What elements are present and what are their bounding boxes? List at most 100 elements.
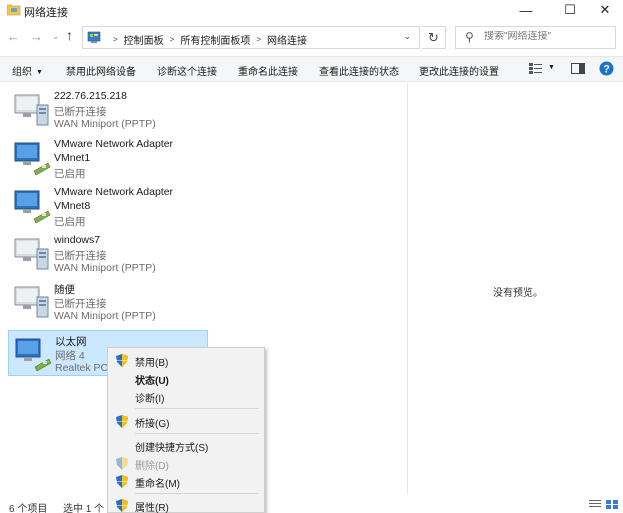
breadcrumb: > 控制面板 > 所有控制面板项 > 网络连接 bbox=[107, 32, 307, 47]
menu-item-label: 禁用(B) bbox=[135, 358, 169, 369]
menu-item-label: 桥接(G) bbox=[135, 419, 170, 430]
lan-connection-icon bbox=[15, 338, 52, 372]
chevron-right-icon[interactable]: > bbox=[256, 35, 261, 44]
forward-arrow-icon[interactable]: → bbox=[30, 29, 43, 44]
menu-item-create-shortcut[interactable]: 创建快捷方式(S) bbox=[108, 436, 264, 454]
connection-device: WAN Miniport (PPTP) bbox=[54, 262, 156, 274]
connection-status: 已断开连接 bbox=[54, 298, 107, 310]
diagnose-button[interactable]: 诊断这个连接 bbox=[157, 63, 217, 78]
maximize-icon: ☐ bbox=[564, 2, 576, 17]
address-bar[interactable]: > 控制面板 > 所有控制面板项 > 网络连接 ⌄ bbox=[82, 26, 420, 49]
search-icon: ⚲ bbox=[465, 30, 474, 44]
connection-status: 已断开连接 bbox=[54, 250, 107, 262]
selection-count: 选中 1 个 bbox=[63, 504, 105, 513]
rename-button[interactable]: 重命名此连接 bbox=[238, 63, 298, 78]
svg-text:?: ? bbox=[603, 64, 610, 76]
connection-status: VMnet1 bbox=[54, 152, 91, 164]
menu-item-bridge[interactable]: 桥接(G) bbox=[108, 412, 264, 430]
back-arrow-icon[interactable]: ← bbox=[7, 29, 20, 44]
menu-item-status[interactable]: 状态(U) bbox=[108, 369, 264, 387]
uac-shield-icon bbox=[116, 499, 128, 512]
menu-item-label: 创建快捷方式(S) bbox=[135, 443, 209, 454]
connection-device: WAN Miniport (PPTP) bbox=[54, 310, 156, 322]
address-dropdown-icon[interactable]: ⌄ bbox=[403, 31, 411, 42]
up-arrow-icon[interactable]: ↑ bbox=[66, 27, 73, 43]
status-bar: 6 个项目 选中 1 个 bbox=[0, 497, 623, 513]
maximize-button[interactable]: ☐ bbox=[550, 0, 590, 20]
chevron-down-icon: ▼ bbox=[36, 69, 43, 76]
breadcrumb-network-connections[interactable]: 网络连接 bbox=[267, 32, 307, 47]
view-options-icon[interactable] bbox=[529, 62, 543, 75]
breadcrumb-all-items[interactable]: 所有控制面板项 bbox=[180, 32, 250, 47]
menu-item-properties[interactable]: 属性(R) bbox=[108, 496, 264, 513]
organize-menu[interactable]: 组织 ▼ bbox=[12, 63, 43, 78]
command-bar: 组织 ▼ 禁用此网络设备 诊断这个连接 重命名此连接 查看此连接的状态 更改此连接… bbox=[0, 56, 623, 82]
connection-device: WAN Miniport (PPTP) bbox=[54, 118, 156, 130]
menu-item-disable[interactable]: 禁用(B) bbox=[108, 351, 264, 369]
refresh-icon: ↻ bbox=[428, 30, 439, 45]
menu-separator bbox=[135, 433, 259, 434]
menu-separator bbox=[135, 493, 259, 494]
uac-shield-icon bbox=[116, 475, 128, 488]
connection-item[interactable]: windows7 已断开连接 WAN Miniport (PPTP) bbox=[8, 231, 208, 277]
uac-shield-icon bbox=[116, 457, 128, 470]
change-settings-button[interactable]: 更改此连接的设置 bbox=[419, 63, 499, 78]
connection-item[interactable]: VMware Network Adapter VMnet8 已启用 bbox=[8, 183, 208, 229]
wan-connection-icon bbox=[14, 286, 49, 318]
organize-label: 组织 bbox=[12, 67, 32, 78]
search-input[interactable] bbox=[484, 31, 609, 42]
wan-connection-icon bbox=[14, 238, 49, 270]
preview-empty-text: 没有预览。 bbox=[493, 288, 543, 299]
wan-connection-icon bbox=[14, 94, 49, 126]
connection-name: VMware Network Adapter bbox=[54, 186, 174, 198]
menu-item-diagnose[interactable]: 诊断(I) bbox=[108, 387, 264, 405]
window-title: 网络连接 bbox=[24, 7, 68, 19]
menu-item-label: 删除(D) bbox=[135, 461, 169, 472]
minimize-icon: — bbox=[519, 2, 533, 18]
lan-connection-icon bbox=[14, 190, 51, 224]
view-dropdown-icon[interactable]: ▼ bbox=[548, 64, 555, 71]
connection-name: 以太网 bbox=[55, 336, 87, 348]
connection-item[interactable]: VMware Network Adapter VMnet1 已启用 bbox=[8, 135, 208, 181]
uac-shield-icon bbox=[116, 415, 128, 428]
connection-status: 已断开连接 bbox=[54, 106, 107, 118]
chevron-right-icon[interactable]: > bbox=[170, 35, 175, 44]
address-row: ← → ⌄ ↑ > 控制面板 > 所有控制面板项 > 网络连接 ⌄ ↻ ⚲ bbox=[0, 24, 623, 52]
menu-item-label: 重命名(M) bbox=[135, 479, 180, 490]
recent-locations-icon[interactable]: ⌄ bbox=[52, 31, 60, 42]
close-icon: ✕ bbox=[599, 2, 611, 17]
connection-device: Realtek PCI bbox=[55, 362, 112, 374]
connection-status: 网络 4 bbox=[55, 350, 85, 362]
pane-divider[interactable] bbox=[407, 83, 408, 494]
close-button[interactable]: ✕ bbox=[585, 0, 623, 20]
menu-separator bbox=[135, 408, 259, 409]
help-icon[interactable]: ? bbox=[599, 61, 614, 76]
lan-connection-icon bbox=[14, 142, 51, 176]
large-icons-view-icon[interactable] bbox=[606, 499, 618, 509]
connection-status: VMnet8 bbox=[54, 200, 91, 212]
breadcrumb-control-panel[interactable]: 控制面板 bbox=[124, 32, 164, 47]
connection-name: VMware Network Adapter bbox=[54, 138, 174, 150]
item-count: 6 个项目 bbox=[9, 504, 48, 513]
connection-device: 已启用 bbox=[54, 168, 86, 180]
control-panel-icon bbox=[87, 31, 101, 43]
chevron-right-icon: > bbox=[113, 35, 118, 44]
connection-name: 222.76.215.218 bbox=[54, 90, 127, 102]
details-view-icon[interactable] bbox=[589, 499, 601, 509]
menu-item-label: 属性(R) bbox=[135, 503, 169, 513]
network-folder-icon bbox=[7, 4, 21, 16]
view-status-button[interactable]: 查看此连接的状态 bbox=[319, 63, 399, 78]
uac-shield-icon bbox=[116, 354, 128, 367]
menu-item-label: 状态(U) bbox=[135, 376, 169, 387]
minimize-button[interactable]: — bbox=[506, 0, 546, 20]
connection-device: 已启用 bbox=[54, 216, 86, 228]
connection-name: windows7 bbox=[54, 234, 101, 246]
connection-item[interactable]: 222.76.215.218 已断开连接 WAN Miniport (PPTP) bbox=[8, 87, 208, 133]
search-box[interactable]: ⚲ bbox=[455, 26, 616, 49]
title-bar: 网络连接 — ☐ ✕ bbox=[0, 0, 623, 22]
connection-item[interactable]: 随便 已断开连接 WAN Miniport (PPTP) bbox=[8, 279, 208, 325]
disable-device-button[interactable]: 禁用此网络设备 bbox=[66, 63, 136, 78]
preview-pane-icon[interactable] bbox=[571, 62, 585, 75]
refresh-button[interactable]: ↻ bbox=[422, 26, 446, 49]
menu-item-rename[interactable]: 重命名(M) bbox=[108, 472, 264, 490]
